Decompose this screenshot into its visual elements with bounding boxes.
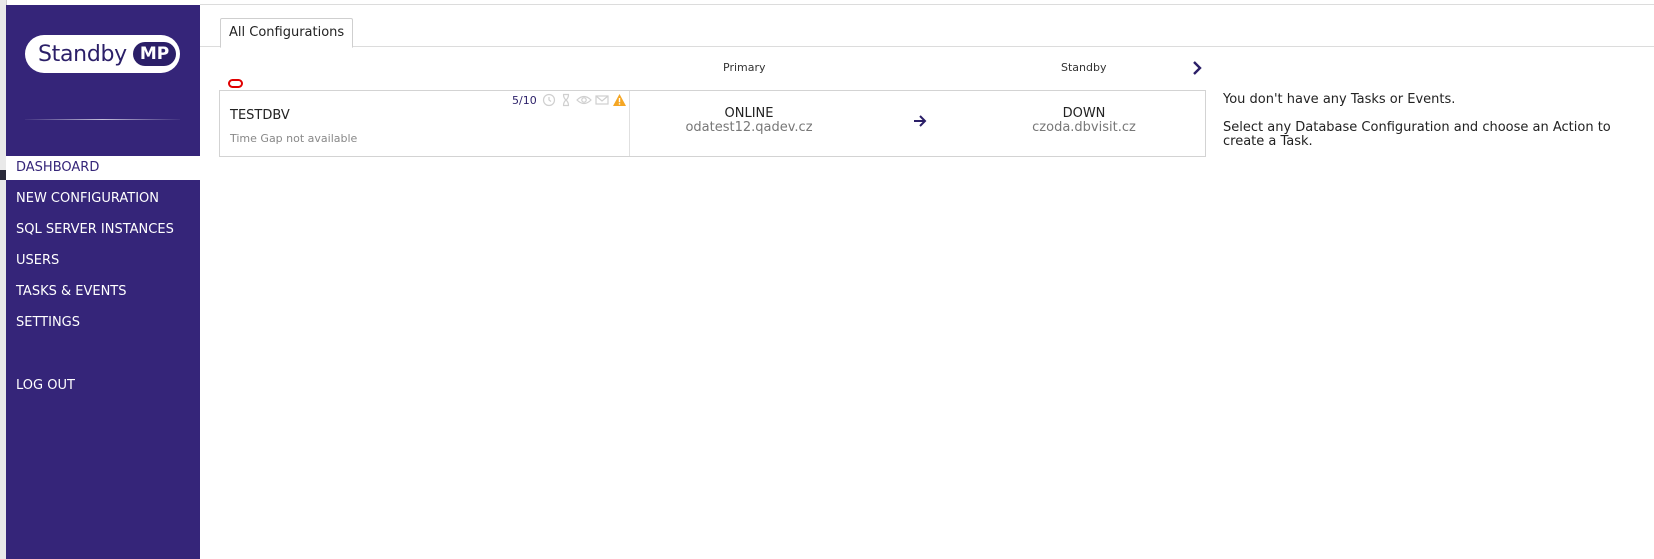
sidebar-item-tasks-events[interactable]: TASKS & EVENTS: [6, 280, 200, 304]
no-tasks-message: You don't have any Tasks or Events.: [1223, 92, 1456, 107]
time-gap-text: Time Gap not available: [230, 132, 358, 145]
sidebar-item-dashboard[interactable]: DASHBOARD: [6, 156, 200, 180]
sidebar-item-users[interactable]: USERS: [6, 249, 200, 273]
chevron-right-icon[interactable]: [1191, 60, 1203, 76]
tab-strip-line: [200, 46, 1654, 47]
sidebar-nav: DASHBOARD NEW CONFIGURATION SQL SERVER I…: [6, 156, 200, 393]
standby-column-header: Standby: [1061, 61, 1107, 74]
tab-all-configurations[interactable]: All Configurations: [220, 18, 354, 48]
logout-button[interactable]: LOG OUT: [6, 374, 200, 398]
sidebar-item-sql-server-instances[interactable]: SQL SERVER INSTANCES: [6, 218, 200, 242]
eye-icon[interactable]: [576, 93, 592, 107]
main-content: All Configurations Primary Standby TESTD…: [200, 0, 1654, 559]
create-task-hint: Select any Database Configuration and ch…: [1223, 120, 1611, 149]
arrow-right-icon: [914, 115, 927, 127]
card-divider: [629, 91, 630, 156]
primary-status: ONLINE odatest12.qadev.cz: [649, 107, 849, 135]
oracle-icon: [228, 79, 243, 88]
primary-status-text: ONLINE: [724, 106, 774, 121]
standby-status-text: DOWN: [1062, 106, 1106, 121]
status-icons: [542, 93, 627, 107]
logo-badge: MP: [132, 42, 177, 66]
primary-column-header: Primary: [723, 61, 766, 74]
sidebar: Standby MP DASHBOARD NEW CONFIGURATION S…: [6, 5, 200, 559]
logo-text: Standby: [38, 41, 127, 67]
top-border: [200, 4, 1654, 5]
sidebar-item-settings[interactable]: SETTINGS: [6, 311, 200, 335]
configuration-card[interactable]: TESTDBV Time Gap not available 5/10 ONLI…: [219, 90, 1206, 157]
warning-icon[interactable]: [612, 93, 627, 107]
tasks-events-panel: You don't have any Tasks or Events. Sele…: [1223, 93, 1643, 163]
sidebar-item-new-configuration[interactable]: NEW CONFIGURATION: [6, 187, 200, 211]
primary-host: odatest12.qadev.cz: [685, 120, 813, 135]
sidebar-divider: [25, 119, 180, 120]
mail-icon[interactable]: [595, 93, 609, 107]
database-name: TESTDBV: [230, 108, 290, 123]
standby-host: czoda.dbvisit.cz: [1032, 120, 1136, 135]
app-logo[interactable]: Standby MP: [25, 35, 180, 73]
hourglass-icon[interactable]: [559, 93, 573, 107]
config-count: 5/10: [512, 94, 537, 107]
clock-icon[interactable]: [542, 93, 556, 107]
standby-status: DOWN czoda.dbvisit.cz: [984, 107, 1184, 135]
